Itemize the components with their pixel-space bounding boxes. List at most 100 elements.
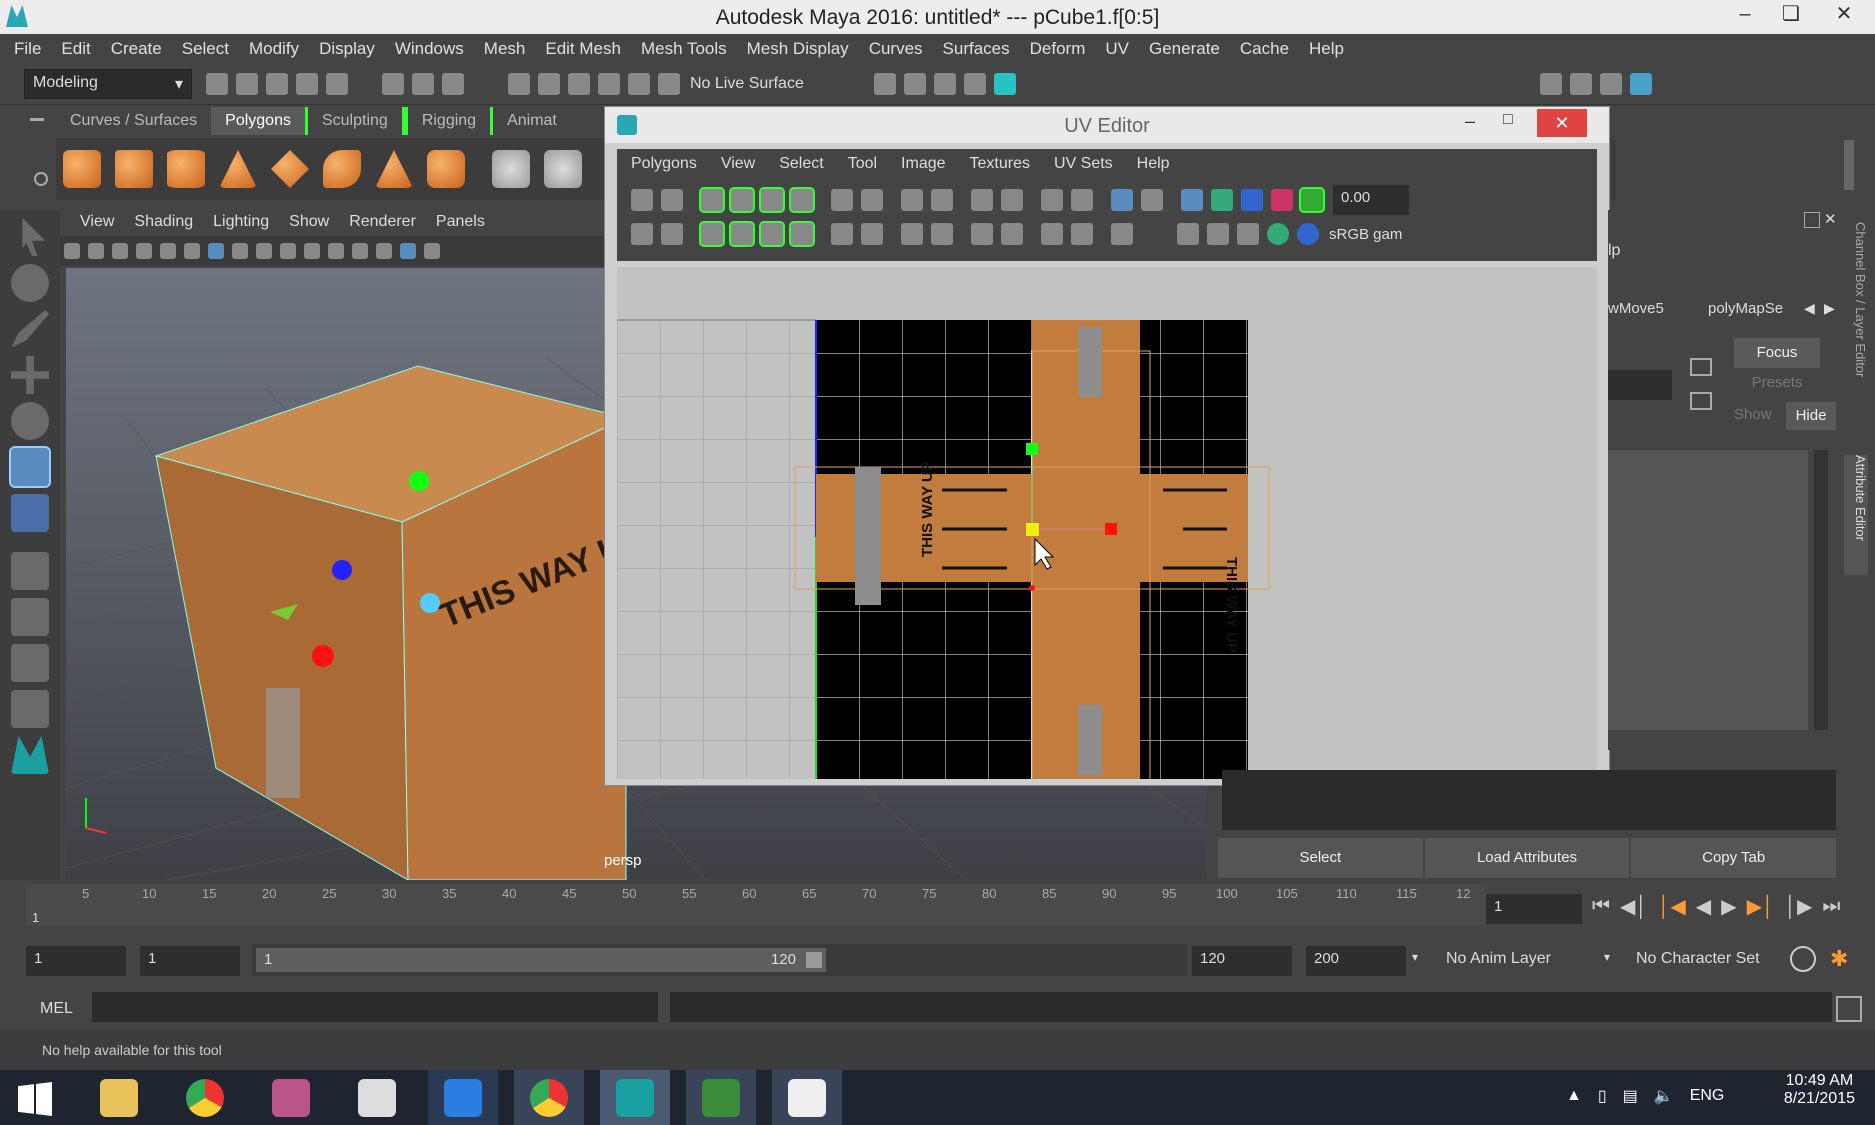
uv-exposure-reset-icon[interactable] xyxy=(1299,187,1325,213)
uv-checker-icon[interactable] xyxy=(1207,223,1229,245)
input-language[interactable]: ENG xyxy=(1690,1087,1725,1105)
file-explorer-task[interactable] xyxy=(84,1070,154,1125)
manip-blue-handle[interactable] xyxy=(332,560,352,580)
channel-box-side-tab[interactable]: Channel Box / Layer Editor xyxy=(1844,222,1868,432)
shelf-tab-animation[interactable]: Animat xyxy=(493,107,571,135)
poly-cube-icon[interactable] xyxy=(115,150,153,188)
uv-align-icon[interactable] xyxy=(901,189,923,211)
2d-pan-icon[interactable] xyxy=(160,243,176,259)
minimize-button[interactable]: – xyxy=(1722,0,1768,30)
poly-cone-icon[interactable] xyxy=(219,150,257,188)
go-to-start-icon[interactable]: ⏮ xyxy=(1592,895,1610,918)
uv-maximize-button[interactable]: □ xyxy=(1503,111,1513,129)
modeling-toolkit-icon[interactable] xyxy=(1539,73,1562,95)
shelf-menu-icon[interactable] xyxy=(30,118,44,121)
field-chart-icon[interactable] xyxy=(304,243,320,259)
play-backwards-icon[interactable]: ◀ xyxy=(1696,894,1711,919)
attribute-editor-toggle-icon[interactable] xyxy=(1569,73,1592,95)
poly-cylinder-icon[interactable] xyxy=(167,150,205,188)
maya-home-icon[interactable] xyxy=(11,736,49,774)
clock[interactable]: 10:49 AM 8/21/2015 xyxy=(1784,1072,1855,1108)
vp-menu-lighting[interactable]: Lighting xyxy=(213,213,269,231)
uv-rotate-ccw-icon[interactable] xyxy=(831,189,853,211)
bookmark-icon[interactable] xyxy=(112,243,128,259)
uv-shaded-icon[interactable] xyxy=(1241,189,1263,211)
uv-distribute-icon[interactable] xyxy=(1041,189,1063,211)
uv-menu-polygons[interactable]: Polygons xyxy=(631,155,697,173)
shelf-tab-polygons[interactable]: Polygons xyxy=(211,107,305,135)
uv-sew-icon[interactable] xyxy=(729,187,755,213)
menu-cache[interactable]: Cache xyxy=(1240,39,1289,59)
menu-edit-mesh[interactable]: Edit Mesh xyxy=(545,39,621,59)
uv-menu-textures[interactable]: Textures xyxy=(970,155,1030,173)
chrome-task[interactable] xyxy=(170,1070,240,1125)
tab-scroll-right-icon[interactable]: ▶ xyxy=(1824,300,1835,317)
shelf-tab-rigging[interactable]: Rigging xyxy=(404,107,494,135)
uv-close-button[interactable]: ✕ xyxy=(1537,109,1587,137)
auto-key-icon[interactable] xyxy=(1790,946,1816,972)
network-icon[interactable]: ▤ xyxy=(1623,1086,1638,1106)
select-object-icon[interactable] xyxy=(412,73,434,95)
uv-iso-icon[interactable] xyxy=(831,223,853,245)
uv-select-icon[interactable] xyxy=(631,223,653,245)
menu-help[interactable]: Help xyxy=(1309,39,1344,59)
notes-area[interactable] xyxy=(1222,770,1836,830)
vp-menu-shading[interactable]: Shading xyxy=(134,213,193,231)
uv-flip-v-icon[interactable] xyxy=(661,189,683,211)
single-pane-icon[interactable] xyxy=(11,552,49,590)
paint-select-icon[interactable] xyxy=(11,310,49,348)
scale-tool-icon[interactable] xyxy=(9,446,51,488)
last-tool-icon[interactable] xyxy=(11,494,49,532)
step-back-key-icon[interactable]: │◀ xyxy=(1658,894,1686,919)
uv-grid-display-icon[interactable] xyxy=(1181,189,1203,211)
uv-layout-icon[interactable] xyxy=(1001,189,1023,211)
tool-settings-icon[interactable] xyxy=(1599,73,1622,95)
separate-icon[interactable] xyxy=(544,150,582,188)
layout-toggle-icon[interactable] xyxy=(11,690,49,728)
uv-menu-image[interactable]: Image xyxy=(901,155,945,173)
wireframe-icon[interactable] xyxy=(376,243,392,259)
menu-modify[interactable]: Modify xyxy=(249,39,299,59)
attribute-scrollbar[interactable] xyxy=(1814,450,1828,730)
history-tab-move[interactable]: wMove5 xyxy=(1608,300,1664,317)
undo-icon[interactable] xyxy=(296,73,318,95)
outliner-layout-icon[interactable] xyxy=(11,644,49,682)
load-attributes-button[interactable]: Load Attributes xyxy=(1424,838,1630,878)
uv-unfold-icon[interactable] xyxy=(699,221,725,247)
menu-file[interactable]: File xyxy=(14,39,41,59)
camera-icon[interactable] xyxy=(64,243,80,259)
focus-button[interactable]: Focus xyxy=(1734,338,1820,368)
render-frame-icon[interactable] xyxy=(903,73,926,95)
poly-torus-icon[interactable] xyxy=(323,150,361,188)
safe-action-icon[interactable] xyxy=(328,243,344,259)
chrome-task-2[interactable] xyxy=(514,1070,584,1125)
hypershade-icon[interactable] xyxy=(993,73,1016,95)
menu-mesh[interactable]: Mesh xyxy=(484,39,526,59)
history-tab-polymap[interactable]: polyMapSe xyxy=(1708,300,1783,317)
step-back-frame-icon[interactable]: ◀│ xyxy=(1620,894,1648,919)
film-gate-icon[interactable] xyxy=(232,243,248,259)
camera-app-task[interactable] xyxy=(342,1070,412,1125)
restore-button[interactable]: ❏ xyxy=(1768,0,1814,30)
select-hierarchy-icon[interactable] xyxy=(382,73,404,95)
camtasia-task[interactable] xyxy=(686,1070,756,1125)
snap-curve-icon[interactable] xyxy=(538,73,560,95)
menu-mesh-tools[interactable]: Mesh Tools xyxy=(641,39,727,59)
uv-shrink-icon[interactable] xyxy=(1071,223,1093,245)
uv-merge-icon[interactable] xyxy=(789,187,815,213)
uv-color-manage-icon[interactable] xyxy=(1297,223,1319,245)
script-editor-icon[interactable] xyxy=(1836,996,1862,1022)
uv-menu-view[interactable]: View xyxy=(721,155,755,173)
resolution-gate-icon[interactable] xyxy=(256,243,272,259)
menu-generate[interactable]: Generate xyxy=(1149,39,1220,59)
script-language-label[interactable]: MEL xyxy=(40,1000,73,1018)
lasso-tool-icon[interactable] xyxy=(11,264,49,302)
command-input[interactable] xyxy=(92,992,658,1022)
grid-toggle-icon[interactable] xyxy=(208,243,224,259)
camtasia-task-2[interactable] xyxy=(772,1070,842,1125)
make-live-icon[interactable] xyxy=(658,73,680,95)
uv-grid-icon[interactable] xyxy=(931,189,953,211)
manip-red-handle[interactable] xyxy=(312,645,334,667)
safe-title-icon[interactable] xyxy=(352,243,368,259)
redo-icon[interactable] xyxy=(326,73,348,95)
